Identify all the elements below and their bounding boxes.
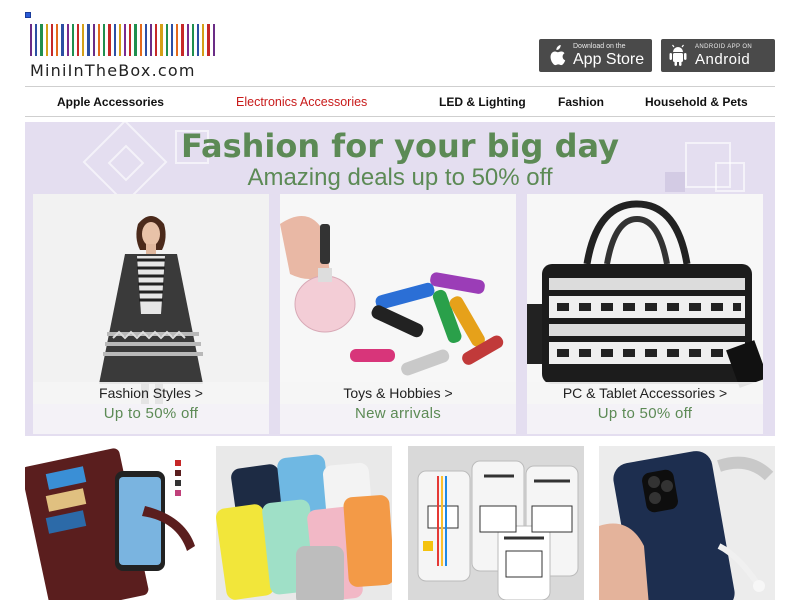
corner-marker bbox=[25, 12, 31, 18]
barcode-stripe bbox=[50, 24, 54, 56]
barcode-stripe bbox=[129, 24, 132, 56]
perfume-atomizers-image bbox=[280, 194, 516, 404]
barcode-stripe bbox=[40, 24, 43, 56]
logo-text: MiniInTheBox.com bbox=[30, 61, 196, 80]
card-deal-text: Up to 50% off bbox=[103, 405, 199, 422]
banner-headline: Fashion for your big day bbox=[181, 127, 619, 165]
barcode-stripe bbox=[186, 24, 189, 56]
app-store-badge[interactable]: Download on the App Store bbox=[539, 39, 652, 72]
barcode-stripe bbox=[61, 24, 64, 56]
banner-card-toys-hobbies[interactable]: Toys & Hobbies > New arrivals bbox=[280, 194, 516, 434]
barcode-stripe bbox=[71, 24, 74, 56]
nav-item-household-pets[interactable]: Household & Pets bbox=[645, 95, 748, 109]
page: MiniInTheBox.com Download on the App Sto… bbox=[0, 0, 800, 600]
barcode-stripe bbox=[197, 24, 200, 56]
card-deal-text: New arrivals bbox=[354, 405, 442, 422]
card-deal-text: Up to 50% off bbox=[597, 405, 693, 422]
product-tile-navy-fabric-case[interactable] bbox=[599, 446, 775, 600]
barcode-stripe bbox=[30, 24, 33, 56]
laptop-bag-image bbox=[527, 194, 763, 404]
barcode-stripe bbox=[139, 24, 142, 56]
barcode-stripe bbox=[113, 24, 116, 56]
barcode-stripe bbox=[118, 24, 121, 56]
barcode-stripe bbox=[87, 24, 90, 56]
nav-item-led-lighting[interactable]: LED & Lighting bbox=[439, 95, 526, 109]
logo-barcode-icon bbox=[30, 24, 215, 56]
leather-wallet-case-image bbox=[25, 446, 201, 600]
barcode-stripe bbox=[176, 24, 179, 56]
category-nav: Apple Accessories Electronics Accessorie… bbox=[25, 86, 775, 117]
android-big-text: Android bbox=[695, 51, 751, 68]
barcode-stripe bbox=[191, 24, 194, 56]
city-ticket-cases-image bbox=[408, 446, 584, 600]
nav-item-fashion[interactable]: Fashion bbox=[558, 95, 604, 109]
banner-card-pc-tablet[interactable]: PC & Tablet Accessories > Up to 50% off bbox=[527, 194, 763, 434]
banner-card-fashion[interactable]: Fashion Styles > Up to 50% off bbox=[33, 194, 269, 434]
barcode-stripe bbox=[108, 24, 111, 56]
barcode-stripe bbox=[170, 24, 174, 56]
banner-subline: Amazing deals up to 50% off bbox=[247, 164, 553, 191]
card-caption: Fashion Styles > bbox=[33, 382, 269, 404]
card-caption: PC & Tablet Accessories > bbox=[527, 382, 763, 404]
silicone-cases-image bbox=[216, 446, 392, 600]
fashion-model-image bbox=[33, 194, 269, 404]
barcode-stripe bbox=[181, 24, 184, 56]
promo-banner[interactable]: Fashion for your big day Amazing deals u… bbox=[25, 122, 775, 436]
barcode-stripe bbox=[92, 24, 95, 56]
barcode-stripe bbox=[134, 24, 137, 56]
navy-fabric-case-image bbox=[599, 446, 775, 600]
android-small-text: ANDROID APP ON bbox=[695, 44, 753, 50]
barcode-stripe bbox=[207, 24, 210, 56]
barcode-stripe bbox=[82, 24, 85, 56]
barcode-stripe bbox=[123, 24, 127, 56]
barcode-stripe bbox=[165, 24, 168, 56]
barcode-stripe bbox=[56, 24, 59, 56]
product-tile-city-ticket-cases[interactable] bbox=[408, 446, 584, 600]
barcode-stripe bbox=[97, 24, 101, 56]
barcode-stripe bbox=[66, 24, 69, 56]
barcode-stripe bbox=[155, 24, 158, 56]
android-badge[interactable]: ANDROID APP ON Android bbox=[661, 39, 775, 72]
barcode-stripe bbox=[45, 24, 48, 56]
apple-icon bbox=[539, 44, 573, 67]
barcode-stripe bbox=[150, 24, 153, 56]
app-store-small-text: Download on the bbox=[573, 43, 626, 50]
barcode-stripe bbox=[103, 24, 106, 56]
card-caption: Toys & Hobbies > bbox=[280, 382, 516, 404]
android-robot-icon bbox=[661, 44, 695, 68]
app-store-big-text: App Store bbox=[573, 51, 645, 68]
product-tile-silicone-cases[interactable] bbox=[216, 446, 392, 600]
barcode-stripe bbox=[212, 24, 215, 56]
barcode-stripe bbox=[160, 24, 163, 56]
nav-item-electronics-accessories[interactable]: Electronics Accessories bbox=[236, 95, 367, 109]
product-tile-leather-wallet-case[interactable] bbox=[25, 446, 201, 600]
barcode-stripe bbox=[35, 24, 38, 56]
nav-item-apple-accessories[interactable]: Apple Accessories bbox=[57, 95, 164, 109]
site-logo[interactable]: MiniInTheBox.com bbox=[30, 24, 215, 82]
barcode-stripe bbox=[76, 24, 80, 56]
barcode-stripe bbox=[202, 24, 205, 56]
barcode-stripe bbox=[144, 24, 148, 56]
